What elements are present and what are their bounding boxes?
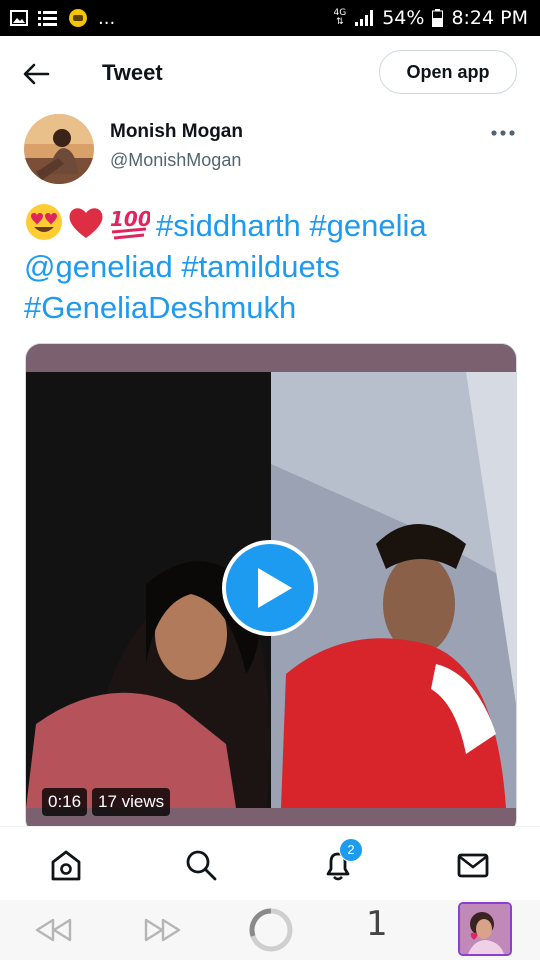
hashtag-link[interactable]: #genelia [309,208,426,243]
app-notification-icon [69,9,87,27]
hashtag-link[interactable]: #siddharth [156,208,301,243]
loading-spinner-icon[interactable] [247,906,295,954]
hashtag-link[interactable]: #tamilduets [181,249,340,284]
red-heart-icon [69,208,103,238]
data-arrows-icon: ⇅ [336,17,344,27]
overflow-notifications: ... [98,7,116,29]
author-avatar[interactable] [24,114,94,184]
author-name[interactable]: Monish Mogan [110,121,243,143]
mention-link[interactable]: @geneliad [24,249,173,284]
browser-back-icon[interactable] [34,914,74,946]
tab-thumbnail-image [460,904,510,954]
search-icon[interactable] [183,847,219,883]
battery-percent: 54% [382,7,425,29]
smiling-face-with-heart-eyes-icon [26,204,62,240]
tweet-header: Tweet Open app [0,36,540,112]
open-app-button[interactable]: Open app [379,50,517,94]
more-options-icon[interactable] [490,124,516,142]
home-icon[interactable] [48,847,84,883]
video-views: 17 views [92,788,171,816]
hashtag-link[interactable]: #GeneliaDeshmukh [24,290,296,325]
browser-forward-icon[interactable] [142,914,182,946]
tweet-text: 100 #siddharth #genelia @geneliad #tamil… [24,202,524,328]
network-indicator: 4G ⇅ [334,9,347,27]
emoji-group: 100 [24,202,150,242]
svg-text:100: 100 [110,207,150,231]
tab-count[interactable]: 1 [366,904,388,944]
clock: 8:24 PM [451,7,528,29]
battery-icon [432,9,444,27]
gallery-icon [10,10,28,26]
back-arrow-icon[interactable] [22,62,50,86]
bottom-nav [0,826,540,901]
play-button-icon[interactable] [220,538,320,638]
status-bar: ... 4G ⇅ 54% 8:24 PM [0,0,540,36]
author-handle[interactable]: @MonishMogan [110,150,241,171]
signal-icon [355,10,374,26]
messages-icon[interactable] [455,847,491,883]
notification-count-badge: 2 [339,838,363,862]
hundred-points-icon: 100 [110,207,150,240]
tab-thumbnail[interactable] [458,902,512,956]
list-icon [38,11,57,26]
video-duration: 0:16 [42,788,88,816]
page-title: Tweet [102,60,163,85]
